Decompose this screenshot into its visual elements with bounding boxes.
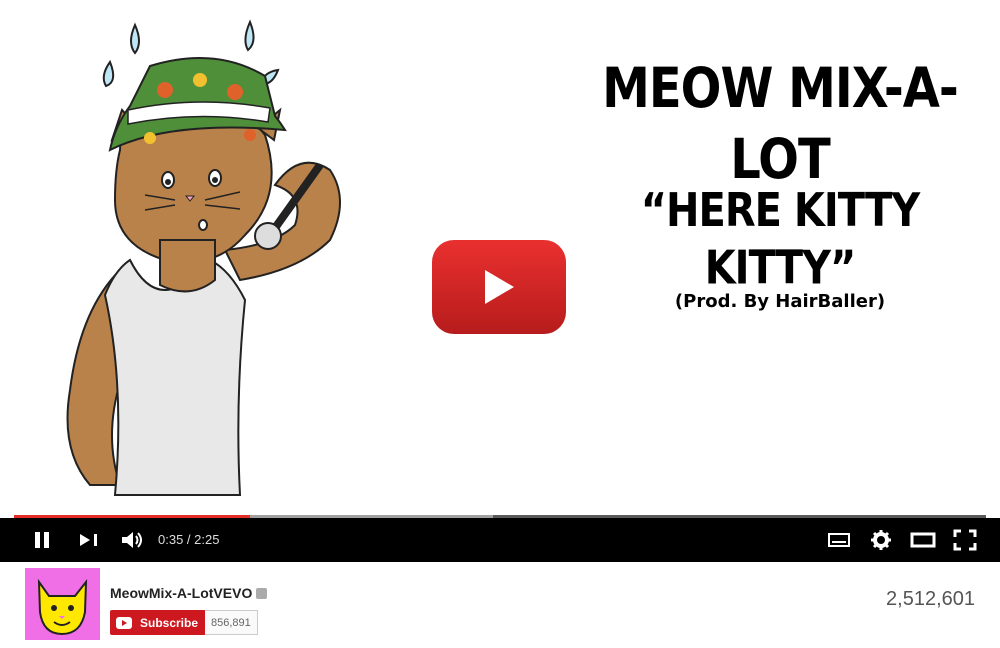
- video-player[interactable]: MEOW MIX-A-LOT “HERE KITTY KITTY” (Prod.…: [0, 0, 1000, 517]
- video-info-bar: MeowMix-A-LotVEVO Subscribe 856,891 2,51…: [0, 562, 1000, 648]
- big-play-button[interactable]: [432, 240, 566, 334]
- cat-face-icon: [37, 578, 88, 636]
- pause-icon: [35, 532, 49, 548]
- cat-illustration: [66, 19, 341, 496]
- view-count: 2,512,601: [886, 588, 975, 610]
- time-display: 0:35 / 2:25: [158, 532, 220, 547]
- fullscreen-icon: [953, 529, 977, 551]
- captions-button[interactable]: [826, 518, 852, 562]
- next-icon: [80, 534, 97, 546]
- settings-button[interactable]: [868, 518, 894, 562]
- channel-avatar[interactable]: [25, 568, 100, 640]
- subscribe-label: Subscribe: [140, 615, 199, 630]
- gear-icon: [871, 530, 891, 550]
- pause-button[interactable]: [28, 518, 56, 562]
- theater-mode-button[interactable]: [908, 518, 938, 562]
- volume-button[interactable]: [118, 518, 146, 562]
- youtube-logo-icon: [116, 616, 132, 629]
- next-button[interactable]: [74, 518, 104, 562]
- theater-icon: [910, 532, 936, 548]
- video-title-card: MEOW MIX-A-LOT “HERE KITTY KITTY” (Prod.…: [560, 56, 1000, 314]
- title-line-2: “HERE KITTY KITTY”: [640, 184, 920, 296]
- channel-name[interactable]: MeowMix-A-LotVEVO: [110, 585, 268, 601]
- fullscreen-button[interactable]: [950, 518, 980, 562]
- verified-icon: [256, 587, 268, 599]
- player-controls: 0:35 / 2:25: [0, 518, 1000, 562]
- subscribe-button[interactable]: Subscribe: [110, 610, 206, 635]
- volume-icon: [122, 532, 142, 548]
- play-icon: [485, 270, 514, 304]
- title-line-1: MEOW MIX-A-LOT: [602, 56, 959, 192]
- captions-icon: [828, 533, 850, 547]
- channel-name-text: MeowMix-A-LotVEVO: [110, 585, 253, 601]
- subscriber-count: 856,891: [205, 610, 258, 635]
